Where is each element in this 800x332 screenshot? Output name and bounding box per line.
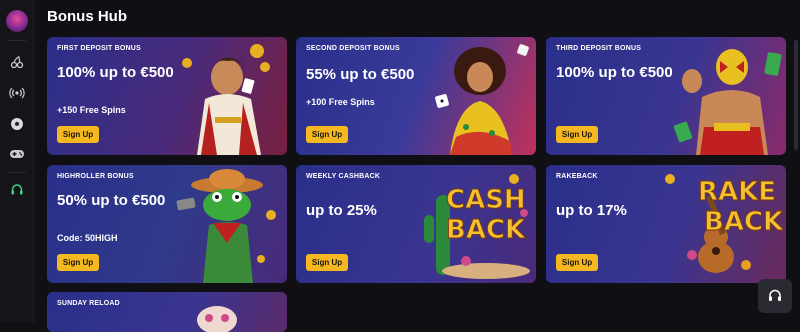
card-amount: up to 25% — [306, 202, 377, 219]
card-label: THIRD DEPOSIT BONUS — [556, 45, 642, 52]
sign-up-button[interactable]: Sign Up — [556, 254, 598, 271]
page-scrollbar[interactable] — [794, 40, 798, 150]
back-art-text: BACK — [445, 215, 526, 246]
card-label: WEEKLY CASHBACK — [306, 173, 381, 180]
cherries-icon[interactable] — [7, 52, 27, 72]
support-chat-button[interactable] — [758, 279, 792, 313]
headset-icon[interactable] — [7, 180, 27, 200]
card-amount: 55% up to €500 — [306, 66, 415, 83]
card-amount: 100% up to €500 — [57, 64, 174, 81]
bonus-card-first-deposit[interactable]: FIRST DEPOSIT BONUS 100% up to €500 +150… — [47, 37, 287, 155]
card-amount: 50% up to €500 — [57, 192, 166, 209]
frog-character-illustration — [176, 169, 276, 283]
rake-art-text: RAKE — [697, 177, 777, 208]
sidebar — [0, 0, 34, 322]
card-label: SUNDAY RELOAD — [57, 300, 120, 307]
sign-up-button[interactable]: Sign Up — [306, 254, 348, 271]
bonus-card-weekly-cashback[interactable]: CASH BACK WEEKLY CASHBACK up to 25% Sign… — [296, 165, 536, 283]
card-subtext: Code: 50HIGH — [57, 233, 118, 243]
pirate-character-illustration — [182, 44, 270, 155]
card-label: FIRST DEPOSIT BONUS — [57, 45, 141, 52]
card-label: RAKEBACK — [556, 173, 598, 180]
sidebar-divider — [8, 172, 26, 173]
bonus-card-second-deposit[interactable]: SECOND DEPOSIT BONUS 55% up to €500 +100… — [296, 37, 536, 155]
sign-up-button[interactable]: Sign Up — [306, 126, 348, 143]
back-art-text: BACK — [703, 207, 784, 238]
card-label: HIGHROLLER BONUS — [57, 173, 134, 180]
sign-up-button[interactable]: Sign Up — [556, 126, 598, 143]
skull-illustration — [197, 306, 237, 332]
dancer-character-illustration — [435, 44, 529, 155]
cash-art-text: CASH — [446, 185, 527, 216]
bonus-card-third-deposit[interactable]: THIRD DEPOSIT BONUS 100% up to €500 Sign… — [546, 37, 786, 155]
soccer-ball-icon[interactable] — [7, 114, 27, 134]
sign-up-button[interactable]: Sign Up — [57, 126, 99, 143]
luchador-character-illustration — [673, 49, 782, 155]
card-amount: up to 17% — [556, 202, 627, 219]
bonus-card-highroller[interactable]: HIGHROLLER BONUS 50% up to €500 Code: 50… — [47, 165, 287, 283]
card-subtext: +150 Free Spins — [57, 105, 126, 115]
logo-icon[interactable] — [6, 10, 28, 32]
card-amount: 100% up to €500 — [556, 64, 673, 81]
gamepad-icon[interactable] — [7, 144, 27, 164]
bonus-card-rakeback[interactable]: RAKE BACK RAKEBACK up to 17% Sign Up — [546, 165, 786, 283]
sidebar-divider — [8, 40, 26, 41]
headset-icon — [769, 289, 781, 301]
sign-up-button[interactable]: Sign Up — [57, 254, 99, 271]
card-label: SECOND DEPOSIT BONUS — [306, 45, 400, 52]
bonus-card-sunday-reload[interactable]: SUNDAY RELOAD — [47, 292, 287, 332]
live-broadcast-icon[interactable] — [7, 83, 27, 103]
card-subtext: +100 Free Spins — [306, 97, 375, 107]
page-title: Bonus Hub — [47, 8, 127, 25]
